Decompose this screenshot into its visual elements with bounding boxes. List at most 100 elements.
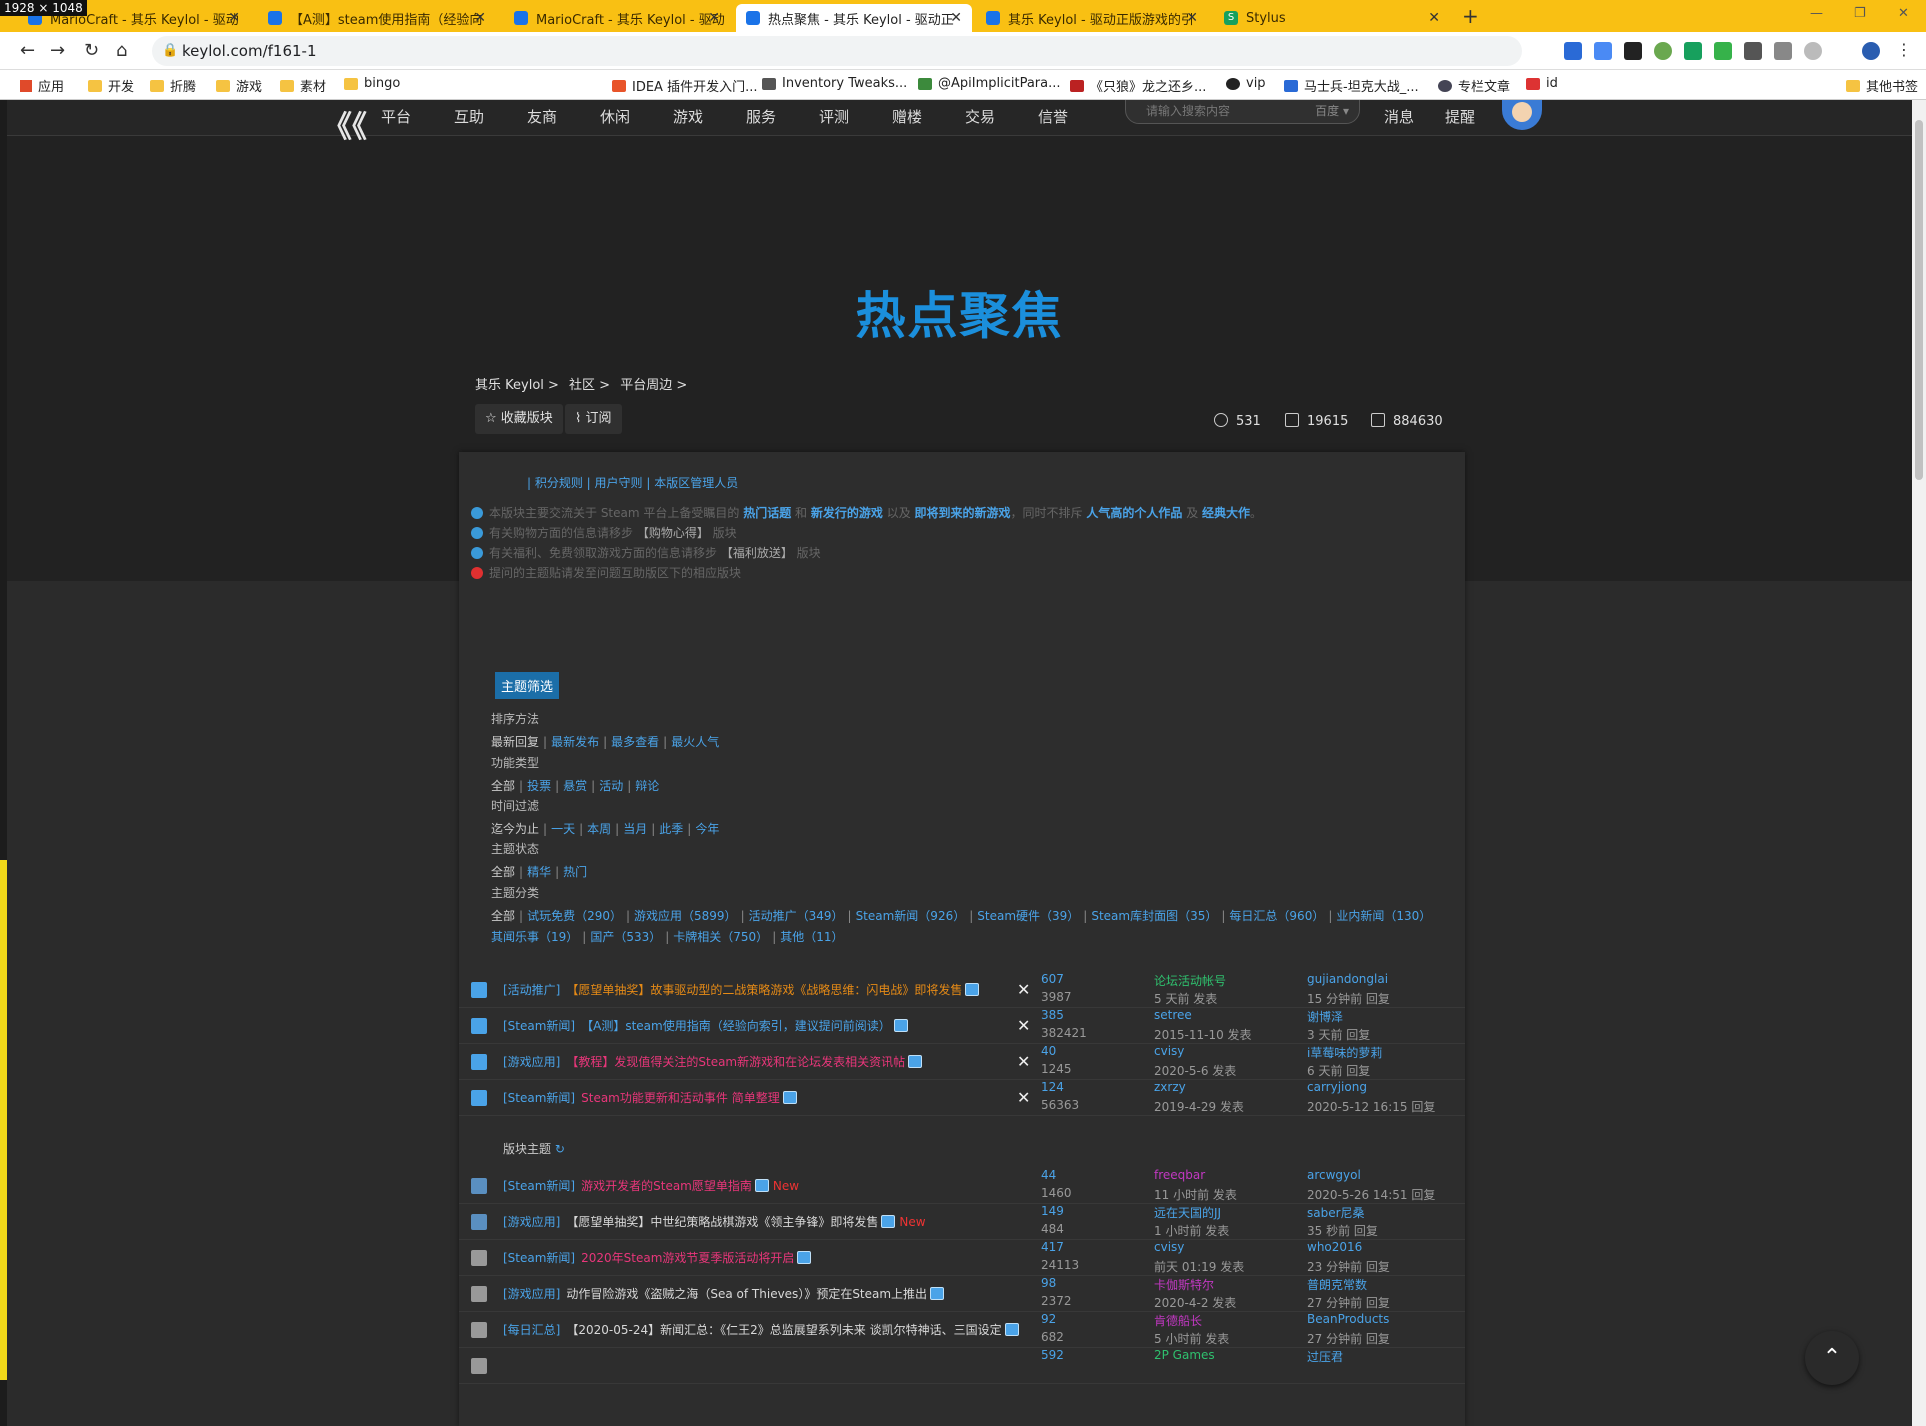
last-poster[interactable]: i草莓味的萝莉 [1307, 1044, 1382, 1061]
table-row[interactable]: [Steam新闻] 2020年Steam游戏节夏季版活动将开启 417 24113 cv… [459, 1240, 1465, 1276]
page-scrollbar[interactable] [1912, 100, 1926, 1426]
table-row[interactable]: [游戏应用] 动作冒险游戏《盗贼之海（Sea of Thieves）》预定在Ste… [459, 1276, 1465, 1312]
last-poster[interactable]: arcwgyol [1307, 1168, 1361, 1182]
reply-count[interactable]: 98 [1041, 1276, 1056, 1290]
filter-link[interactable]: 投票 [527, 779, 551, 793]
thread-author[interactable]: zxrzy [1154, 1080, 1186, 1094]
filter-link[interactable]: 精华 [527, 865, 551, 879]
thread-author[interactable]: cvisy [1154, 1044, 1184, 1058]
filter-link[interactable]: 最新发布 [551, 735, 599, 749]
table-row[interactable]: [游戏应用] 【愿望单抽奖】中世纪策略战棋游戏《领主争锋》即将发售 New 149 48… [459, 1204, 1465, 1240]
thread-author[interactable]: 卡伽斯特尔 [1154, 1276, 1214, 1293]
shield-icon[interactable] [1714, 42, 1732, 60]
close-tab-icon[interactable]: ✕ [1428, 10, 1440, 26]
nav-services[interactable]: 服务 [746, 106, 776, 127]
close-icon[interactable]: ✕ [1017, 1088, 1030, 1107]
close-icon[interactable]: ✕ [1017, 1016, 1030, 1035]
close-window-button[interactable]: ✕ [1898, 6, 1909, 21]
rules-links[interactable]: | 积分规则 | 用户守则 | 本版区管理人员 [527, 474, 738, 491]
menu-icon[interactable]: ⋮ [1896, 40, 1912, 59]
bookmark-apps[interactable]: 应用 [20, 76, 64, 95]
filter-link[interactable]: 最多查看 [611, 735, 659, 749]
table-row[interactable]: [Steam新闻] 游戏开发者的Steam愿望单指南 New 44 1460 freeqb… [459, 1168, 1465, 1204]
user-avatar[interactable] [1502, 100, 1542, 130]
extension-icon[interactable] [1654, 42, 1672, 60]
reply-count[interactable]: 44 [1041, 1168, 1056, 1182]
bookmark-folder[interactable]: 开发 [88, 76, 134, 95]
bookmark-link[interactable]: @ApiImplicitPara... [918, 76, 1061, 91]
category-link[interactable]: 每日汇总（960） [1229, 909, 1324, 923]
category-link[interactable]: Steam库封面图（35） [1091, 909, 1217, 923]
site-search-input[interactable]: 请输入搜索内容 百度 ▾ [1125, 100, 1360, 124]
bookmark-link[interactable]: id [1526, 76, 1558, 91]
nav-alerts[interactable]: 提醒 [1445, 106, 1475, 127]
thread-category[interactable]: [Steam新闻] [503, 1091, 575, 1105]
close-icon[interactable]: ✕ [1017, 980, 1030, 999]
thread-category[interactable]: [游戏应用] [503, 1287, 560, 1301]
new-tab-button[interactable]: + [1462, 4, 1479, 28]
reply-count[interactable]: 149 [1041, 1204, 1064, 1218]
category-link[interactable]: Steam新闻（926） [856, 909, 966, 923]
thread-title[interactable]: 【愿望单抽奖】中世纪策略战棋游戏《领主争锋》即将发售 [566, 1215, 878, 1229]
favorite-forum-button[interactable]: ☆ 收藏版块 [475, 404, 563, 434]
nav-leisure[interactable]: 休闲 [600, 106, 630, 127]
thread-author[interactable]: 2P Games [1154, 1348, 1215, 1362]
last-poster[interactable]: 普朗克常数 [1307, 1276, 1367, 1293]
home-icon[interactable]: ⌂ [116, 40, 127, 61]
reply-count[interactable]: 124 [1041, 1080, 1064, 1094]
browser-tab-4-active[interactable]: 热点聚焦 - 其乐 Keylol - 驱动正 ✕ [736, 4, 972, 32]
reply-count[interactable]: 607 [1041, 972, 1064, 986]
filter-link[interactable]: 本周 [587, 822, 611, 836]
search-engine-select[interactable]: 百度 ▾ [1315, 100, 1349, 123]
filter-link[interactable]: 悬赏 [563, 779, 587, 793]
rss-button[interactable]: ⌇ 订阅 [565, 404, 622, 434]
filter-link[interactable]: 热门 [563, 865, 587, 879]
category-link[interactable]: 全部 [491, 909, 515, 923]
nav-reviews[interactable]: 评测 [819, 106, 849, 127]
filter-link[interactable]: 今年 [695, 822, 719, 836]
reply-count[interactable]: 92 [1041, 1312, 1056, 1326]
thread-author[interactable]: 肯德船长 [1154, 1312, 1202, 1329]
address-bar[interactable]: 🔒 keylol.com/f161-1 [152, 36, 1522, 66]
thread-title[interactable]: 【2020-05-24】新闻汇总：《仁王2》总监展望系列未来 谈凯尔特神话、三国… [566, 1323, 1001, 1337]
category-link[interactable]: 国产（533） [590, 930, 661, 944]
table-row[interactable]: [Steam新闻] 【A测】steam使用指南（经验向索引，建议提问前阅读） ✕ 38… [459, 1008, 1465, 1044]
notice-link[interactable]: 【福利放送】 [721, 546, 793, 560]
close-tab-icon[interactable]: ✕ [228, 10, 240, 26]
thread-category[interactable]: [活动推广] [503, 983, 560, 997]
category-link[interactable]: 其闻乐事（19） [491, 930, 578, 944]
reply-count[interactable]: 592 [1041, 1348, 1064, 1362]
minimize-button[interactable]: — [1810, 6, 1823, 21]
table-row[interactable]: 592 2P Games 过压君 [459, 1348, 1465, 1384]
notice-link[interactable]: 【购物心得】 [637, 526, 709, 540]
thread-author[interactable]: cvisy [1154, 1240, 1184, 1254]
table-row[interactable]: [活动推广] 【愿望单抽奖】故事驱动型的二战策略游戏《战略思维：闪电战》即将发售 ✕… [459, 972, 1465, 1008]
filter-link[interactable]: 此季 [659, 822, 683, 836]
thread-author[interactable]: setree [1154, 1008, 1192, 1022]
thread-category[interactable]: [Steam新闻] [503, 1019, 575, 1033]
filter-link[interactable]: 一天 [551, 822, 575, 836]
translate-icon[interactable] [1594, 42, 1612, 60]
close-tab-icon[interactable]: ✕ [1186, 10, 1198, 26]
filter-link[interactable]: 辩论 [635, 779, 659, 793]
nav-reputation[interactable]: 信誉 [1038, 106, 1068, 127]
forward-icon[interactable]: → [50, 40, 65, 61]
bookmark-link[interactable]: IDEA 插件开发入门... [612, 76, 757, 95]
refresh-icon[interactable]: ↻ [555, 1142, 565, 1156]
bookmark-link[interactable]: 马士兵-坦克大战_... [1284, 76, 1419, 95]
bookmark-folder[interactable]: bingo [344, 76, 400, 91]
category-link[interactable]: 活动推广（349） [749, 909, 844, 923]
category-link[interactable]: 其他（11） [780, 930, 843, 944]
browser-tab-3[interactable]: MarioCraft - 其乐 Keylol - 驱动 ✕ [504, 4, 730, 32]
bookmark-link[interactable]: Inventory Tweaks... [762, 76, 907, 91]
thread-title[interactable]: 【A测】steam使用指南（经验向索引，建议提问前阅读） [581, 1019, 891, 1033]
breadcrumb-community[interactable]: 社区 > [569, 378, 610, 393]
breadcrumb-home[interactable]: 其乐 Keylol > [475, 378, 559, 393]
thread-title[interactable]: 【愿望单抽奖】故事驱动型的二战策略游戏《战略思维：闪电战》即将发售 [566, 983, 962, 997]
profile-avatar[interactable] [1862, 42, 1880, 60]
thread-author[interactable]: 远在天国的JJ [1154, 1204, 1221, 1221]
thread-category[interactable]: [游戏应用] [503, 1215, 560, 1229]
category-link[interactable]: 试玩免费（290） [527, 909, 622, 923]
nav-trade[interactable]: 交易 [965, 106, 995, 127]
thread-category[interactable]: [Steam新闻] [503, 1179, 575, 1193]
